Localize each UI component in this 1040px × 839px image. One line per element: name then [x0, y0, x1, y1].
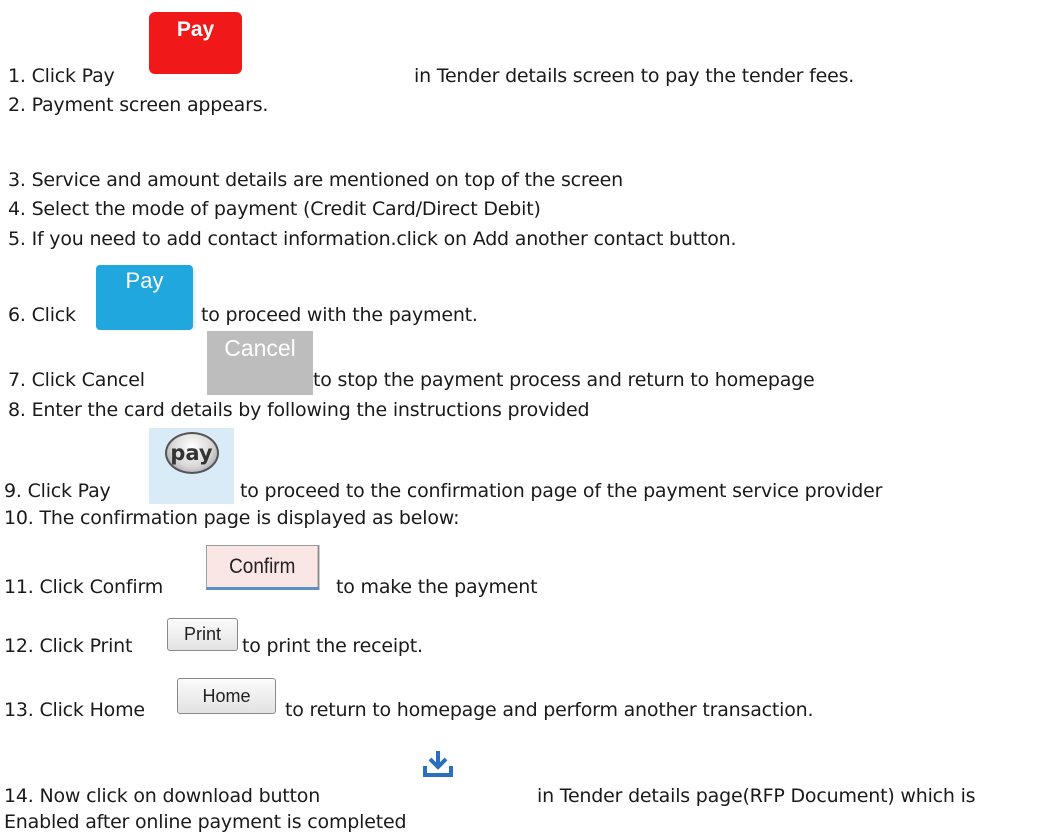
- step-12-text-before: 12. Click Print: [4, 635, 133, 657]
- confirm-button[interactable]: Confirm: [206, 545, 320, 590]
- step-8: 8. Enter the card details by following t…: [8, 399, 590, 421]
- download-icon[interactable]: [422, 750, 454, 778]
- step-1-text-before: 1. Click Pay: [8, 65, 115, 87]
- step-14-text-before: 14. Now click on download button: [4, 785, 321, 807]
- step-9-text-after: to proceed to the confirmation page of t…: [240, 480, 883, 502]
- step-3: 3. Service and amount details are mentio…: [8, 169, 623, 191]
- step-7-text-after: to stop the payment process and return t…: [313, 369, 815, 391]
- step-13-text-before: 13. Click Home: [4, 699, 145, 721]
- home-button[interactable]: Home: [177, 678, 276, 714]
- pay-button-blue[interactable]: Pay: [96, 265, 193, 330]
- pay-button-oval[interactable]: pay: [164, 432, 219, 474]
- step-7-text-before: 7. Click Cancel: [8, 369, 145, 391]
- step-6-text-before: 6. Click: [8, 304, 76, 326]
- step-4: 4. Select the mode of payment (Credit Ca…: [8, 198, 541, 220]
- step-11-text-after: to make the payment: [336, 576, 538, 598]
- pay-button-oval-frame: pay: [149, 428, 234, 504]
- step-2: 2. Payment screen appears.: [8, 94, 269, 116]
- pay-button-red[interactable]: Pay: [149, 12, 242, 74]
- step-6-text-after: to proceed with the payment.: [201, 304, 478, 326]
- step-10: 10. The confirmation page is displayed a…: [4, 507, 460, 529]
- step-11-text-before: 11. Click Confirm: [4, 576, 164, 598]
- step-13-text-after: to return to homepage and perform anothe…: [285, 699, 814, 721]
- step-5: 5. If you need to add contact informatio…: [8, 228, 737, 250]
- step-14-text-after: in Tender details page(RFP Document) whi…: [537, 785, 976, 807]
- step-1-text-after: in Tender details screen to pay the tend…: [414, 65, 855, 87]
- step-9-text-before: 9. Click Pay: [4, 480, 111, 502]
- cancel-button[interactable]: Cancel: [207, 331, 313, 395]
- print-button[interactable]: Print: [167, 618, 238, 651]
- step-12-text-after: to print the receipt.: [242, 635, 423, 657]
- step-14-line-2: Enabled after online payment is complete…: [4, 811, 407, 833]
